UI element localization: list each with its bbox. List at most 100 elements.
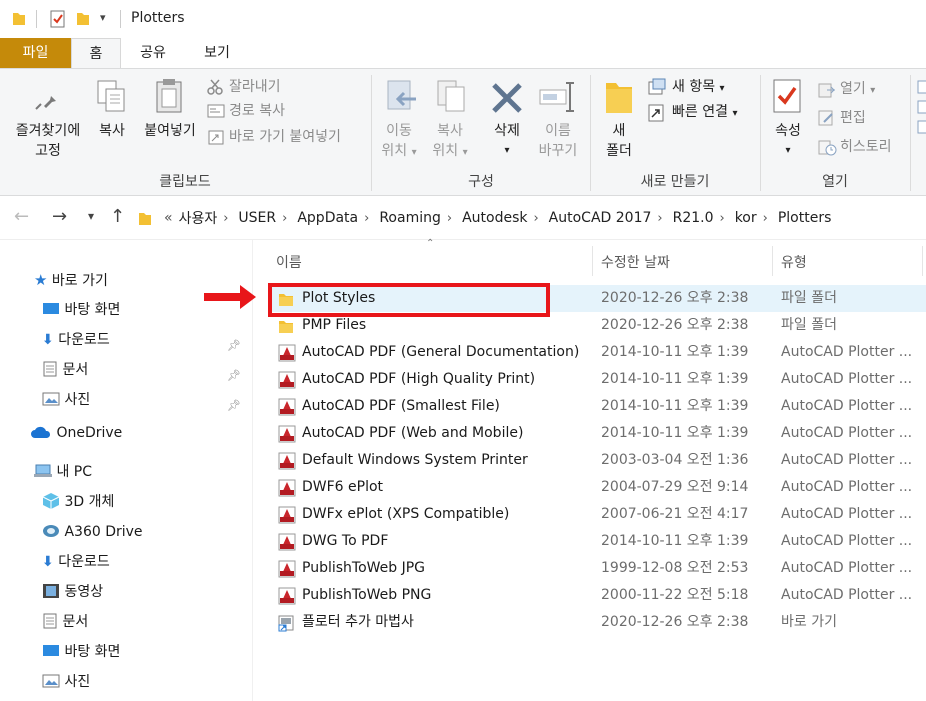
file-row[interactable]: AutoCAD PDF (Smallest File) 2014-10-11 오후… [268, 393, 926, 420]
cut-button[interactable]: 잘라내기 [229, 76, 281, 98]
file-date: 2020-12-26 오후 2:38 [601, 317, 749, 333]
forward-arrow-icon[interactable]: → [52, 206, 67, 227]
sidebar-item-videos[interactable]: 동영상 [42, 578, 249, 606]
sidebar-item-a360-drive[interactable]: A360 Drive [42, 518, 249, 546]
paste-button[interactable]: 붙여넣기 [138, 121, 202, 141]
breadcrumb-overflow[interactable]: « [164, 210, 173, 226]
breadcrumb-item[interactable]: kor [735, 210, 757, 226]
file-name: Default Windows System Printer [302, 452, 528, 468]
sidebar-item-downloads[interactable]: ⬇ 다운로드 📌︎ [42, 326, 249, 354]
breadcrumb-item[interactable]: AppData [297, 210, 358, 226]
sidebar-item-pc-pictures[interactable]: 사진 [42, 668, 249, 696]
properties-icon [773, 79, 801, 113]
new-folder-button[interactable]: 새 폴더 [600, 121, 638, 161]
delete-button[interactable]: 삭제 ▾ [486, 121, 528, 161]
edit-button[interactable]: 편집 [840, 107, 866, 129]
rename-icon [539, 82, 574, 112]
customize-quick-access-icon[interactable]: ▾ [100, 11, 106, 24]
chevron-right-icon[interactable]: › [282, 211, 287, 226]
column-header-type[interactable]: 유형 [781, 252, 807, 272]
sidebar-item-documents[interactable]: 문서 📌︎ [42, 356, 249, 384]
properties-button[interactable]: 속성 ▾ [766, 121, 810, 161]
file-row[interactable]: AutoCAD PDF (High Quality Print) 2014-10-… [268, 366, 926, 393]
copy-path-button[interactable]: 경로 복사 [229, 100, 285, 122]
tab-home[interactable]: 홈 [71, 38, 121, 69]
chevron-right-icon[interactable]: › [447, 211, 452, 226]
download-icon: ⬇ [42, 332, 54, 348]
breadcrumb-item[interactable]: Plotters [778, 210, 832, 226]
column-resize-handle[interactable] [922, 246, 923, 276]
file-row[interactable]: Default Windows System Printer 2003-03-04… [268, 447, 926, 474]
file-type: 파일 폴더 [781, 317, 837, 333]
address-bar-area: ← → ▾ ↑ « 사용자 › USER › AppData › Roaming › A… [0, 196, 926, 240]
shortcut-wizard-icon [278, 615, 294, 632]
red-arrow-icon [204, 285, 256, 309]
file-date: 2014-10-11 오후 1:39 [601, 398, 749, 414]
copy-to-button[interactable]: 복사 위치 ▾ [426, 121, 474, 163]
cut-icon [207, 79, 223, 95]
move-to-button[interactable]: 이동 위치 ▾ [378, 121, 420, 163]
breadcrumb-item[interactable]: USER [238, 210, 276, 226]
column-resize-handle[interactable] [592, 246, 593, 276]
file-type: AutoCAD Plotter ... [781, 371, 913, 387]
pin-icon[interactable]: 📌︎ [227, 392, 241, 420]
file-row[interactable]: DWFx ePlot (XPS Compatible) 2007-06-21 오전… [268, 501, 926, 528]
file-row[interactable]: AutoCAD PDF (General Documentation) 2014-… [268, 339, 926, 366]
new-folder-quick-icon[interactable] [76, 10, 90, 26]
copy-button[interactable]: 복사 [92, 121, 132, 141]
chevron-right-icon[interactable]: › [720, 211, 725, 226]
column-resize-handle[interactable] [772, 246, 773, 276]
breadcrumb-item[interactable]: 사용자 [179, 208, 218, 228]
select-group-icon [917, 80, 926, 134]
sidebar-item-pc-documents[interactable]: 문서 [42, 608, 249, 636]
file-row[interactable]: 플로터 추가 마법사 2020-12-26 오후 2:38 바로 가기 [268, 609, 926, 636]
video-icon [43, 584, 59, 598]
file-type: 파일 폴더 [781, 290, 837, 306]
column-header-date[interactable]: 수정한 날짜 [601, 252, 670, 272]
pin-to-quick-access-button[interactable]: 즐겨찾기에 고정 [6, 121, 90, 161]
copy-path-icon [207, 104, 225, 118]
file-row[interactable]: AutoCAD PDF (Web and Mobile) 2014-10-11 오… [268, 420, 926, 447]
sidebar-item-pictures[interactable]: 사진 📌︎ [42, 386, 249, 414]
open-button[interactable]: 열기 ▾ [840, 78, 875, 100]
paste-shortcut-button[interactable]: 바로 가기 붙여넣기 [229, 126, 341, 148]
sidebar-item-3d-objects[interactable]: 3D 개체 [42, 488, 249, 516]
sidebar-item-onedrive[interactable]: OneDrive [30, 419, 249, 447]
tab-file[interactable]: 파일 [0, 38, 71, 68]
new-item-button[interactable]: 새 항목 ▾ [672, 76, 725, 98]
properties-quick-icon[interactable] [50, 10, 66, 28]
plotter-icon [278, 344, 296, 362]
breadcrumb-item[interactable]: Autodesk [462, 210, 527, 226]
file-name: AutoCAD PDF (General Documentation) [302, 344, 580, 360]
chevron-right-icon[interactable]: › [763, 211, 768, 226]
file-date: 2004-07-29 오전 9:14 [601, 479, 749, 495]
rename-button[interactable]: 이름 바꾸기 [532, 121, 584, 161]
file-row[interactable]: PublishToWeb JPG 1999-12-08 오전 2:53 AutoCA… [268, 555, 926, 582]
chevron-right-icon[interactable]: › [364, 211, 369, 226]
tab-view[interactable]: 보기 [190, 38, 244, 68]
sidebar-item-pc-desktop[interactable]: 바탕 화면 [42, 638, 249, 666]
column-header-name[interactable]: 이름 [276, 252, 302, 272]
computer-icon [34, 464, 52, 477]
chevron-right-icon[interactable]: › [533, 211, 538, 226]
sidebar-item-this-pc[interactable]: 내 PC [34, 458, 249, 486]
breadcrumb-item[interactable]: R21.0 [673, 210, 714, 226]
breadcrumb-item[interactable]: AutoCAD 2017 [549, 210, 652, 226]
breadcrumb-item[interactable]: Roaming [379, 210, 441, 226]
back-arrow-icon[interactable]: ← [14, 206, 29, 227]
chevron-right-icon[interactable]: › [223, 211, 228, 226]
file-row[interactable]: PublishToWeb PNG 2000-11-22 오전 5:18 AutoCA… [268, 582, 926, 609]
breadcrumb[interactable]: « 사용자 › USER › AppData › Roaming › Autodesk ›… [164, 204, 837, 232]
file-row[interactable]: DWG To PDF 2014-10-11 오후 1:39 AutoCAD Plot… [268, 528, 926, 555]
history-button[interactable]: 히스토리 [840, 136, 892, 158]
chevron-right-icon[interactable]: › [657, 211, 662, 226]
easy-access-button[interactable]: 빠른 연결 ▾ [672, 101, 737, 123]
recent-locations-chevron-icon[interactable]: ▾ [88, 209, 94, 223]
sidebar-item-pc-downloads[interactable]: ⬇ 다운로드 [42, 548, 249, 576]
tab-share[interactable]: 공유 [126, 38, 180, 68]
ribbon-tabs: 파일 홈 공유 보기 [0, 38, 926, 69]
file-row[interactable]: DWF6 ePlot 2004-07-29 오전 9:14 AutoCAD Plot… [268, 474, 926, 501]
up-arrow-icon[interactable]: ↑ [110, 206, 125, 227]
file-date: 2020-12-26 오후 2:38 [601, 290, 749, 306]
file-type: AutoCAD Plotter ... [781, 479, 913, 495]
